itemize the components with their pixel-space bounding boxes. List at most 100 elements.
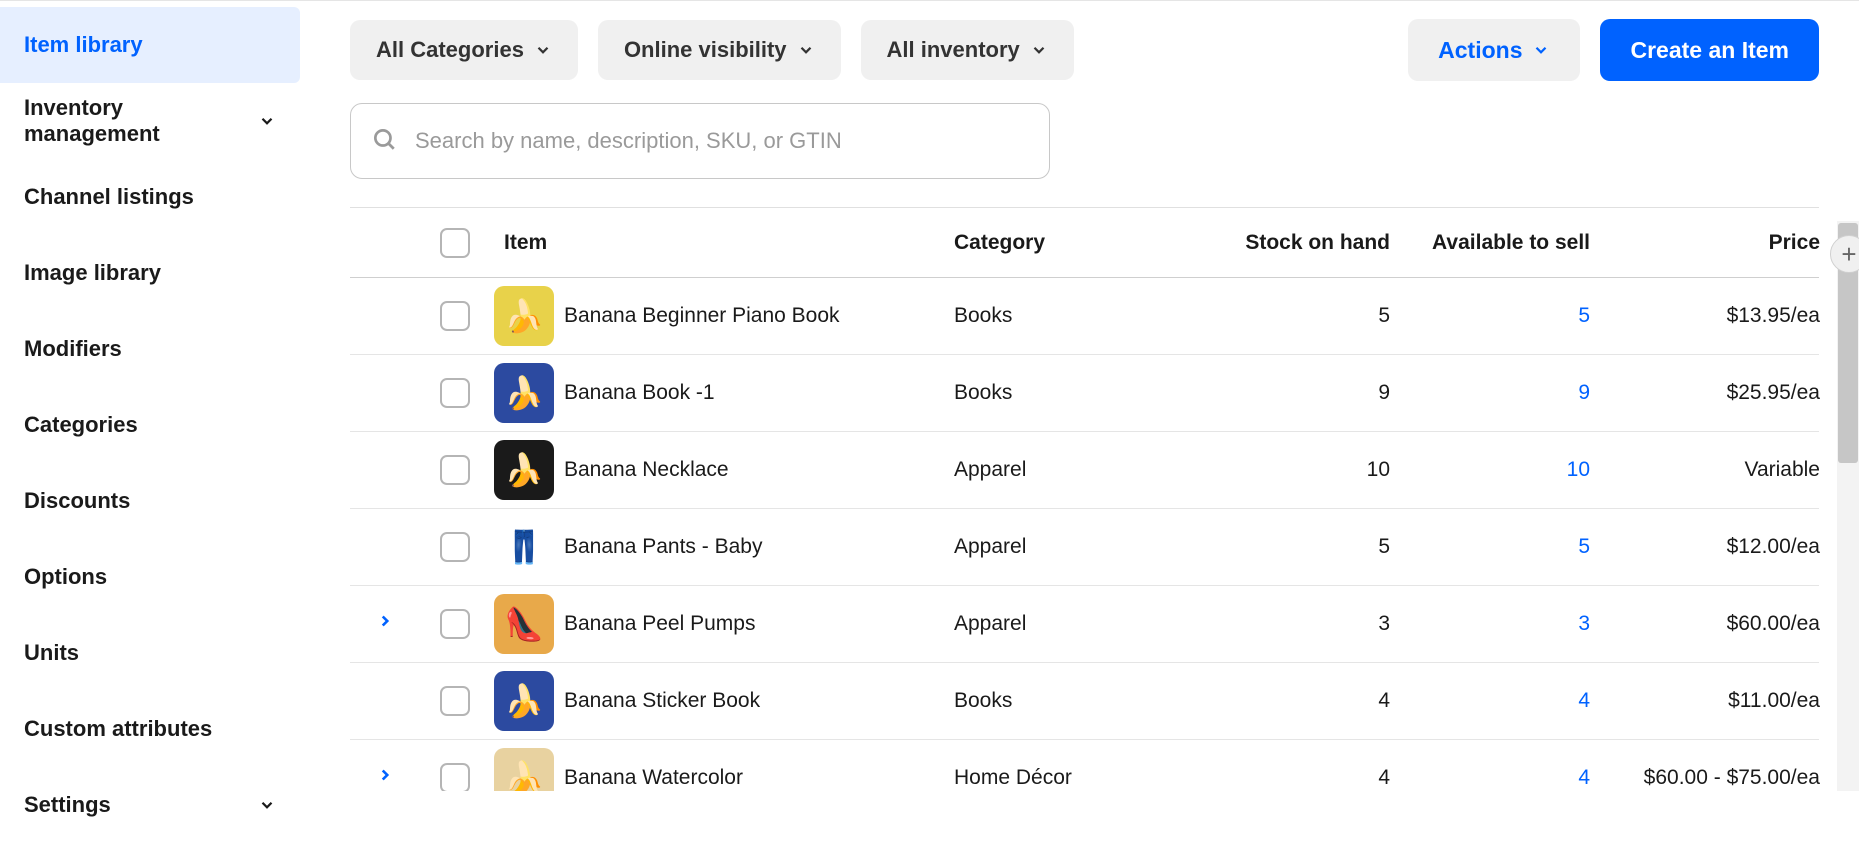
item-category: Books <box>950 689 1210 713</box>
item-thumbnail: 🍌 <box>494 286 554 346</box>
main-content: All Categories Online visibility All inv… <box>300 1 1859 791</box>
chevron-down-icon <box>797 41 815 59</box>
table-row[interactable]: 🍌Banana WatercolorHome Décor44$60.00 - $… <box>350 740 1819 791</box>
chevron-down-icon <box>534 41 552 59</box>
sidebar-item-label: Options <box>24 564 107 590</box>
expand-row-button[interactable] <box>376 766 394 790</box>
sidebar-item-item-library[interactable]: Item library <box>0 7 300 83</box>
item-category: Apparel <box>950 612 1210 636</box>
sidebar-item-label: Channel listings <box>24 184 194 210</box>
stock-on-hand: 5 <box>1210 535 1410 559</box>
available-to-sell[interactable]: 5 <box>1410 535 1610 559</box>
item-price: $60.00 - $75.00/ea <box>1610 766 1830 790</box>
item-price: Variable <box>1610 458 1830 482</box>
search-icon <box>371 126 397 157</box>
plus-icon: + <box>1841 239 1856 270</box>
sidebar-item-custom-attributes[interactable]: Custom attributes <box>0 691 300 767</box>
item-name: Banana Pants - Baby <box>560 535 950 559</box>
table-row[interactable]: 👠Banana Peel PumpsApparel33$60.00/ea <box>350 586 1819 663</box>
expand-row-button[interactable] <box>376 612 394 636</box>
table-row[interactable]: 🍌Banana Beginner Piano BookBooks55$13.95… <box>350 278 1819 355</box>
item-name: Banana Sticker Book <box>560 689 950 713</box>
col-price[interactable]: Price <box>1610 231 1830 255</box>
sidebar-item-modifiers[interactable]: Modifiers <box>0 311 300 387</box>
sidebar-item-label: Image library <box>24 260 161 286</box>
stock-on-hand: 5 <box>1210 304 1410 328</box>
item-thumbnail: 🍌 <box>494 671 554 731</box>
toolbar: All Categories Online visibility All inv… <box>350 19 1819 81</box>
stock-on-hand: 3 <box>1210 612 1410 636</box>
item-price: $60.00/ea <box>1610 612 1830 636</box>
col-item[interactable]: Item <box>500 231 950 255</box>
search-box[interactable] <box>350 103 1050 179</box>
row-checkbox[interactable] <box>440 609 470 639</box>
add-column-button[interactable]: + <box>1830 235 1859 273</box>
sidebar-item-units[interactable]: Units <box>0 615 300 691</box>
sidebar-item-inventory-management[interactable]: Inventory management <box>0 83 300 159</box>
sidebar-item-label: Custom attributes <box>24 716 212 742</box>
filter-visibility[interactable]: Online visibility <box>598 20 841 80</box>
row-checkbox[interactable] <box>440 301 470 331</box>
available-to-sell[interactable]: 5 <box>1410 304 1610 328</box>
sidebar-item-channel-listings[interactable]: Channel listings <box>0 159 300 235</box>
sidebar-item-settings[interactable]: Settings <box>0 767 300 843</box>
row-checkbox[interactable] <box>440 455 470 485</box>
item-category: Books <box>950 381 1210 405</box>
filter-label: All Categories <box>376 37 524 63</box>
filter-inventory[interactable]: All inventory <box>861 20 1074 80</box>
row-checkbox[interactable] <box>440 532 470 562</box>
row-checkbox[interactable] <box>440 686 470 716</box>
items-table: Item Category Stock on hand Available to… <box>350 207 1819 791</box>
filter-label: All inventory <box>887 37 1020 63</box>
chevron-down-icon <box>258 112 276 130</box>
table-row[interactable]: 🍌Banana Sticker BookBooks44$11.00/ea <box>350 663 1819 740</box>
col-available[interactable]: Available to sell <box>1410 231 1610 255</box>
actions-button[interactable]: Actions <box>1408 19 1580 81</box>
available-to-sell[interactable]: 9 <box>1410 381 1610 405</box>
item-thumbnail: 🍌 <box>494 748 554 791</box>
sidebar-item-label: Discounts <box>24 488 130 514</box>
chevron-down-icon <box>1030 41 1048 59</box>
chevron-down-icon <box>1532 41 1550 59</box>
search-input[interactable] <box>415 128 1029 154</box>
sidebar-item-options[interactable]: Options <box>0 539 300 615</box>
sidebar-item-discounts[interactable]: Discounts <box>0 463 300 539</box>
item-thumbnail: 🍌 <box>494 363 554 423</box>
item-name: Banana Necklace <box>560 458 950 482</box>
sidebar-item-label: Settings <box>24 792 111 818</box>
stock-on-hand: 4 <box>1210 766 1410 790</box>
actions-label: Actions <box>1438 37 1522 64</box>
stock-on-hand: 9 <box>1210 381 1410 405</box>
item-thumbnail: 👠 <box>494 594 554 654</box>
sidebar-item-categories[interactable]: Categories <box>0 387 300 463</box>
create-item-button[interactable]: Create an Item <box>1600 19 1819 81</box>
item-name: Banana Book -1 <box>560 381 950 405</box>
available-to-sell[interactable]: 4 <box>1410 766 1610 790</box>
item-category: Apparel <box>950 535 1210 559</box>
item-price: $13.95/ea <box>1610 304 1830 328</box>
table-row[interactable]: 🍌Banana NecklaceApparel1010Variable <box>350 432 1819 509</box>
select-all-checkbox[interactable] <box>440 228 470 258</box>
stock-on-hand: 4 <box>1210 689 1410 713</box>
item-category: Home Décor <box>950 766 1210 790</box>
sidebar-item-label: Modifiers <box>24 336 122 362</box>
row-checkbox[interactable] <box>440 378 470 408</box>
filter-categories[interactable]: All Categories <box>350 20 578 80</box>
table-header-row: Item Category Stock on hand Available to… <box>350 208 1819 278</box>
col-category[interactable]: Category <box>950 231 1210 255</box>
row-checkbox[interactable] <box>440 763 470 791</box>
available-to-sell[interactable]: 4 <box>1410 689 1610 713</box>
item-thumbnail: 👖 <box>494 517 554 577</box>
sidebar-item-label: Item library <box>24 32 143 58</box>
available-to-sell[interactable]: 3 <box>1410 612 1610 636</box>
item-price: $12.00/ea <box>1610 535 1830 559</box>
sidebar-item-image-library[interactable]: Image library <box>0 235 300 311</box>
chevron-down-icon <box>258 796 276 814</box>
item-name: Banana Beginner Piano Book <box>560 304 950 328</box>
sidebar-item-label: Categories <box>24 412 138 438</box>
table-row[interactable]: 👖Banana Pants - BabyApparel55$12.00/ea <box>350 509 1819 586</box>
table-row[interactable]: 🍌Banana Book -1Books99$25.95/ea <box>350 355 1819 432</box>
item-thumbnail: 🍌 <box>494 440 554 500</box>
available-to-sell[interactable]: 10 <box>1410 458 1610 482</box>
col-stock[interactable]: Stock on hand <box>1210 231 1410 255</box>
